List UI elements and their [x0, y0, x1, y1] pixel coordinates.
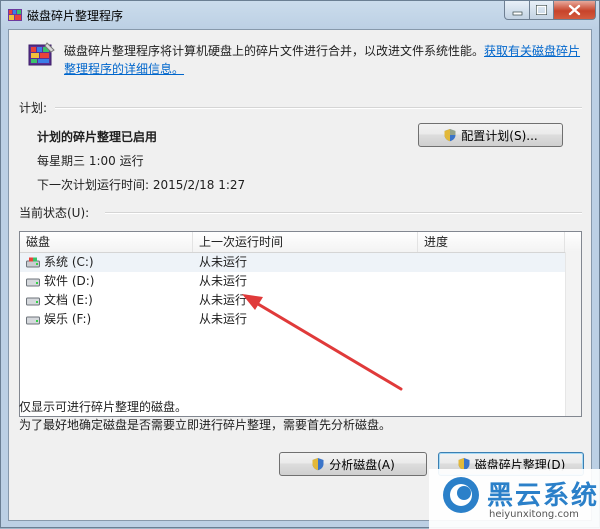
hard-drive-icon	[26, 297, 40, 306]
minimize-button[interactable]	[504, 1, 530, 20]
list-filler-column	[565, 252, 581, 416]
analyze-disk-button[interactable]: 分析磁盘(A)	[279, 452, 427, 476]
close-button[interactable]	[553, 1, 596, 20]
defrag-header-icon	[28, 42, 55, 66]
footer-note-2: 为了最好地确定磁盘是否需要立即进行碎片整理，需要首先分析磁盘。	[19, 418, 392, 432]
disk-last-run: 从未运行	[199, 255, 248, 269]
schedule-time: 每星期三 1:00 运行	[37, 154, 144, 168]
watermark-logo-icon	[443, 477, 479, 513]
column-disk[interactable]: 磁盘	[20, 232, 193, 252]
current-status-label: 当前状态(U):	[19, 206, 90, 220]
window-title: 磁盘碎片整理程序	[27, 9, 124, 23]
disk-row-f[interactable]: 娱乐 (F:) 从未运行	[20, 310, 565, 329]
uac-shield-icon	[444, 129, 456, 142]
system-drive-icon	[26, 257, 40, 268]
uac-shield-icon	[312, 458, 324, 471]
title-bar[interactable]: 磁盘碎片整理程序	[1, 1, 599, 29]
schedule-separator	[55, 107, 582, 109]
defrag-window: 磁盘碎片整理程序 磁盘碎片整理程序将计算机硬盘上的碎片文件进行合并，以改进文件系…	[0, 0, 600, 529]
disk-name: 系统 (C:)	[44, 255, 94, 269]
hard-drive-icon	[26, 316, 40, 325]
header-description: 磁盘碎片整理程序将计算机硬盘上的碎片文件进行合并，以改进文件系统性能。获取有关磁…	[64, 42, 584, 78]
column-progress[interactable]: 进度	[418, 232, 565, 252]
disk-name: 文档 (E:)	[44, 293, 93, 307]
disk-name: 软件 (D:)	[44, 274, 95, 288]
disk-list[interactable]: 磁盘 上一次运行时间 进度 系统 (C:) 从未运行 软件 (D:) 从未运行 …	[19, 231, 582, 417]
disk-last-run: 从未运行	[199, 293, 248, 307]
next-run-time: 下一次计划运行时间: 2015/2/18 1:27	[37, 178, 246, 192]
disk-last-run: 从未运行	[199, 312, 248, 326]
column-last-run[interactable]: 上一次运行时间	[193, 232, 418, 252]
watermark-url: heiyunxitong.com	[489, 509, 579, 520]
disk-last-run: 从未运行	[199, 274, 248, 288]
maximize-button[interactable]	[529, 1, 554, 20]
analyze-disk-label: 分析磁盘(A)	[329, 457, 395, 472]
defrag-app-icon	[8, 9, 22, 21]
watermark-title: 黑云系统	[487, 481, 600, 511]
client-area: 磁盘碎片整理程序将计算机硬盘上的碎片文件进行合并，以改进文件系统性能。获取有关磁…	[8, 29, 592, 521]
footer-note-1: 仅显示可进行碎片整理的磁盘。	[19, 400, 188, 414]
schedule-status: 计划的碎片整理已启用	[37, 130, 158, 144]
description-text: 磁盘碎片整理程序将计算机硬盘上的碎片文件进行合并，以改进文件系统性能。	[64, 44, 485, 58]
disk-name: 娱乐 (F:)	[44, 312, 92, 326]
configure-schedule-button[interactable]: 配置计划(S)...	[418, 123, 563, 147]
maximize-icon	[536, 5, 547, 15]
close-icon	[568, 4, 581, 16]
disk-list-header: 磁盘 上一次运行时间 进度	[20, 232, 581, 253]
hard-drive-icon	[26, 278, 40, 287]
disk-row-d[interactable]: 软件 (D:) 从未运行	[20, 272, 565, 291]
disk-row-e[interactable]: 文档 (E:) 从未运行	[20, 291, 565, 310]
minimize-icon	[512, 11, 523, 16]
disk-row-c[interactable]: 系统 (C:) 从未运行	[20, 253, 565, 272]
schedule-group-label: 计划:	[19, 101, 48, 115]
status-separator	[105, 212, 582, 214]
site-watermark: 黑云系统 heiyunxitong.com	[429, 469, 600, 529]
configure-schedule-label: 配置计划(S)...	[461, 128, 538, 143]
